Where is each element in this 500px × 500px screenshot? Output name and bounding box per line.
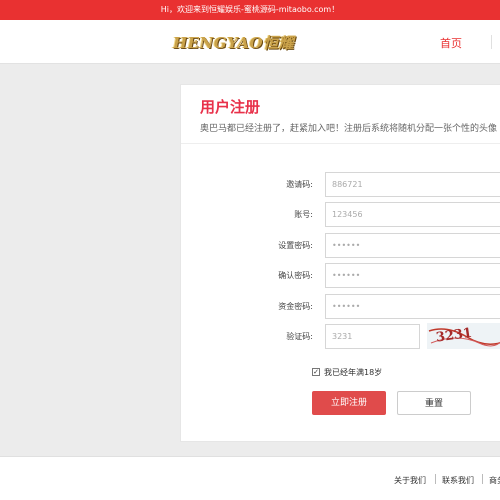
captcha-graphic: 3231 [428,326,500,347]
age-check-row[interactable]: ✓ 我已经年满18岁 [312,366,382,378]
account-label: 账号: [294,210,313,219]
captcha-row: 验证码: 3231 3231 [181,323,500,350]
fund-password-label: 资金密码: [278,302,313,311]
password-row: 设置密码: •••••• [181,233,500,259]
invite-code-input[interactable]: 886721 [325,172,500,197]
confirm-password-label: 确认密码: [278,271,313,280]
age-check-label: 我已经年满18岁 [324,367,383,377]
captcha-label: 验证码: [286,332,313,341]
nav-divider [491,35,500,49]
site-logo[interactable]: HENGYAO恒耀 [173,29,294,55]
invite-code-label: 邀请码: [286,180,313,189]
logo-text: HENGYAO恒耀 [173,33,295,52]
password-input[interactable]: •••••• [325,233,500,258]
reset-button[interactable]: 重置 [397,391,471,415]
footer-link-business[interactable]: 商务合作 [489,475,500,486]
page-title: 用户注册 [200,98,261,116]
top-announcement-bar: Hi，欢迎来到恒耀娱乐-蜜桃源码-mitaobo.com！ [0,0,500,20]
confirm-password-row: 确认密码: •••••• [181,263,500,289]
footer-separator [482,474,483,484]
age-checkbox[interactable]: ✓ [312,368,320,376]
confirm-password-input[interactable]: •••••• [325,263,500,288]
title-divider [181,143,500,144]
fund-password-row: 资金密码: •••••• [181,294,500,320]
register-card: 用户注册 奥巴马都已经注册了，赶紧加入吧！注册后系统将随机分配一张个性的头像 邀… [180,84,500,442]
invite-code-row: 邀请码: 886721 [181,172,500,198]
captcha-input[interactable]: 3231 [325,324,420,349]
site-footer: 关于我们 联系我们 商务合作 [0,456,500,500]
account-input[interactable]: 123456 [325,202,500,227]
captcha-image[interactable]: 3231 [427,323,500,349]
account-row: 账号: 123456 [181,202,500,228]
nav-home-link[interactable]: 首页 [440,35,462,51]
footer-separator [435,474,436,484]
footer-link-about[interactable]: 关于我们 [394,475,426,486]
footer-link-contact[interactable]: 联系我们 [442,475,474,486]
announcement-text: Hi，欢迎来到恒耀娱乐-蜜桃源码-mitaobo.com！ [160,5,340,14]
password-label: 设置密码: [278,241,313,250]
page-subtitle: 奥巴马都已经注册了，赶紧加入吧！注册后系统将随机分配一张个性的头像 [200,124,498,134]
fund-password-input[interactable]: •••••• [325,294,500,319]
site-header: HENGYAO恒耀 首页 [0,20,500,64]
register-button[interactable]: 立即注册 [312,391,386,415]
